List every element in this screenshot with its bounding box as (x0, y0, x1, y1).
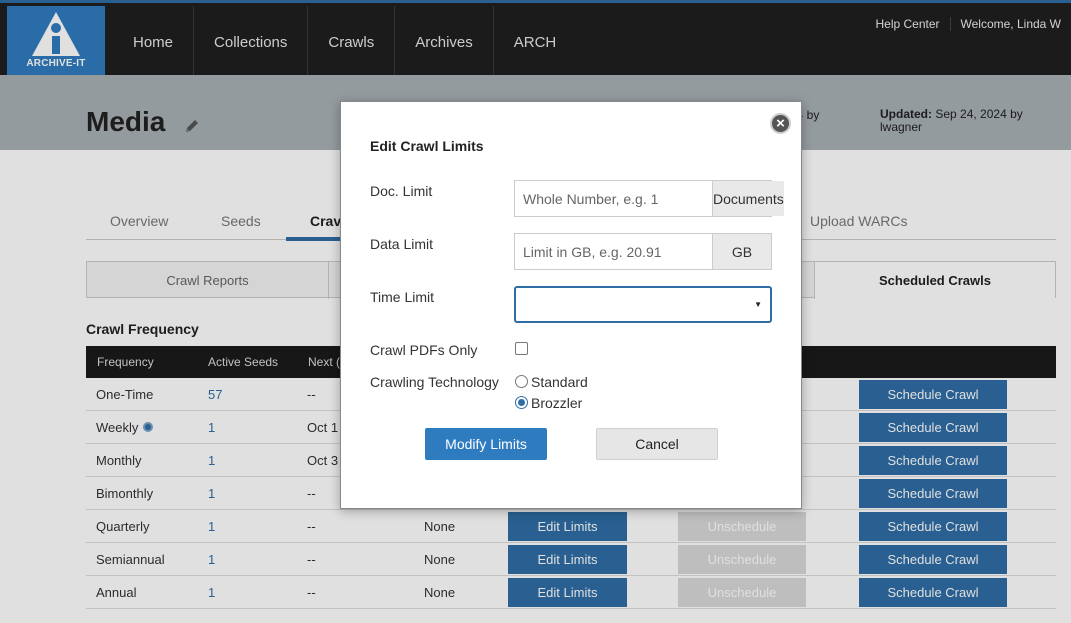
edit-crawl-limits-dialog: × Edit Crawl Limits Doc. Limit Documents… (340, 101, 802, 509)
data-limit-input[interactable] (515, 234, 712, 269)
chevron-down-icon: ▼ (754, 300, 762, 309)
radio-brozzler-label[interactable]: Brozzler (531, 395, 582, 411)
data-limit-label: Data Limit (370, 236, 434, 252)
dialog-title: Edit Crawl Limits (370, 138, 484, 154)
radio-standard-label[interactable]: Standard (531, 374, 588, 390)
radio-standard[interactable] (515, 375, 528, 388)
close-icon[interactable]: × (770, 113, 791, 134)
time-limit-label: Time Limit (370, 289, 435, 305)
cancel-button[interactable]: Cancel (596, 428, 718, 460)
pdf-only-label: Crawl PDFs Only (370, 342, 478, 358)
data-limit-group: GB (514, 233, 772, 270)
time-limit-select[interactable]: ▼ (514, 286, 772, 323)
doc-limit-input[interactable] (515, 181, 712, 216)
pdf-only-checkbox[interactable] (515, 342, 528, 355)
radio-brozzler[interactable] (515, 396, 528, 409)
documents-addon: Documents (712, 181, 784, 216)
gb-addon: GB (712, 234, 771, 269)
crawl-tech-label: Crawling Technology (370, 374, 499, 390)
modify-limits-button[interactable]: Modify Limits (425, 428, 547, 460)
doc-limit-group: Documents (514, 180, 784, 217)
doc-limit-label: Doc. Limit (370, 183, 433, 199)
